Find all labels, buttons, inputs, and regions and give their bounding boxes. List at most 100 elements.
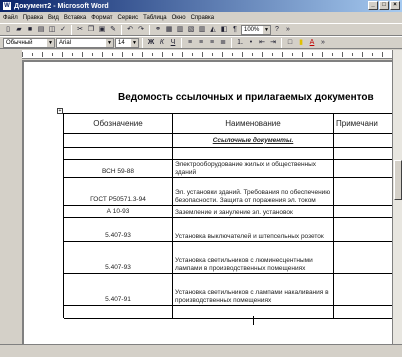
ruler-tick (222, 52, 223, 57)
ruler-tick (22, 52, 23, 57)
header-designation: Обозначение (64, 114, 173, 134)
save-icon[interactable]: ■ (25, 25, 35, 35)
print-icon[interactable]: ▤ (36, 25, 46, 35)
ruler-tick (132, 53, 133, 56)
row-code: 5.407-91 (64, 274, 173, 306)
word-app-icon: W (3, 2, 11, 10)
section-heading: Ссылочные документы. (173, 134, 334, 148)
scrollbar-thumb[interactable] (394, 160, 402, 200)
paste-icon[interactable]: ▣ (97, 25, 107, 35)
menu-insert[interactable]: Вставка (64, 15, 86, 21)
horizontal-scrollbar[interactable] (0, 344, 402, 357)
redo-icon[interactable]: ↷ (136, 25, 146, 35)
format-painter-icon[interactable]: ✎ (108, 25, 118, 35)
border-icon[interactable]: □ (285, 38, 295, 48)
table-cell[interactable] (334, 306, 394, 319)
align-center-icon[interactable]: ≡ (196, 38, 206, 48)
table-cell[interactable] (334, 242, 394, 274)
highlight-icon[interactable]: ▮ (296, 38, 306, 48)
align-left-icon[interactable]: ≡ (185, 38, 195, 48)
tables-borders-icon[interactable]: ▦ (164, 25, 174, 35)
justify-icon[interactable]: ≣ (218, 38, 228, 48)
table-cell[interactable] (334, 160, 394, 178)
header-name: Наименование (173, 114, 334, 134)
row-name: Эл. установки зданий. Требования по обес… (173, 178, 334, 206)
table-cell[interactable] (334, 274, 394, 306)
help-icon[interactable]: ? (272, 25, 282, 35)
print-preview-icon[interactable]: ◫ (47, 25, 57, 35)
ruler-tick (102, 52, 103, 57)
toolbar-more-icon[interactable]: » (318, 38, 328, 48)
insert-table-icon[interactable]: ▥ (175, 25, 185, 35)
ruler-tick (142, 52, 143, 57)
menu-window[interactable]: Окно (172, 15, 186, 21)
table-cell[interactable] (173, 148, 334, 160)
row-name: Заземление и зануление эл. установок (173, 206, 334, 218)
table-cell[interactable] (64, 148, 173, 160)
table-cell[interactable] (64, 306, 173, 319)
bullets-icon[interactable]: • (246, 38, 256, 48)
table-cell[interactable] (334, 218, 394, 242)
table-cell[interactable] (334, 134, 394, 148)
zoom-select[interactable]: 100% ▼ (241, 24, 271, 35)
table-cell[interactable] (334, 178, 394, 206)
table-cell[interactable] (334, 206, 394, 218)
menu-bar: Файл Правка Вид Вставка Формат Сервис Та… (0, 12, 402, 23)
font-color-icon[interactable]: A (307, 38, 317, 48)
decrease-indent-icon[interactable]: ⇤ (257, 38, 267, 48)
ruler-tick (202, 52, 203, 57)
undo-icon[interactable]: ↶ (125, 25, 135, 35)
increase-indent-icon[interactable]: ⇥ (268, 38, 278, 48)
ruler-tick (342, 52, 343, 57)
copy-icon[interactable]: ❐ (86, 25, 96, 35)
window-title: Документ2 - Microsoft Word (14, 2, 109, 10)
cut-icon[interactable]: ✂ (75, 25, 85, 35)
row-name: Установка светильников с люминесцентными… (173, 242, 334, 274)
ruler-tick (242, 52, 243, 57)
ruler-tick (332, 53, 333, 56)
show-hide-icon[interactable]: ¶ (230, 25, 240, 35)
row-code: А 10-93 (64, 206, 173, 218)
underline-icon[interactable]: Ч (168, 38, 178, 48)
columns-icon[interactable]: ▥ (197, 25, 207, 35)
ruler-tick (182, 52, 183, 57)
menu-file[interactable]: Файл (3, 15, 18, 21)
minimize-button[interactable]: _ (368, 1, 378, 10)
font-select[interactable]: Arial ▼ (56, 37, 114, 48)
maximize-button[interactable]: □ (379, 1, 389, 10)
font-size-select[interactable]: 14 ▼ (115, 37, 139, 48)
numbering-icon[interactable]: ⒈ (235, 38, 245, 48)
menu-help[interactable]: Справка (191, 15, 215, 21)
open-folder-icon[interactable]: ▰ (14, 25, 24, 35)
close-button[interactable]: × (390, 1, 400, 10)
toolbar-more-icon[interactable]: » (283, 25, 293, 35)
menu-tools[interactable]: Сервис (118, 15, 139, 21)
new-document-icon[interactable]: ▯ (3, 25, 13, 35)
document-map-icon[interactable]: ◧ (219, 25, 229, 35)
ruler-tick (82, 52, 83, 57)
vertical-scrollbar[interactable] (392, 50, 402, 344)
row-code: 5.407-93 (64, 218, 173, 242)
menu-edit[interactable]: Правка (23, 15, 43, 21)
formatting-toolbar: Обычный ▼ Arial ▼ 14 ▼ Ж К Ч ≡ ≡ ≡ ≣ ⒈ • ⇤ … (0, 36, 402, 49)
table-cell[interactable] (64, 134, 173, 148)
drawing-icon[interactable]: ◭ (208, 25, 218, 35)
horizontal-ruler[interactable] (22, 50, 392, 59)
ruler-tick (292, 53, 293, 56)
insert-excel-icon[interactable]: ▧ (186, 25, 196, 35)
table-cell[interactable] (334, 148, 394, 160)
ruler-tick (232, 53, 233, 56)
style-select[interactable]: Обычный ▼ (3, 37, 55, 48)
standard-toolbar: ▯ ▰ ■ ▤ ◫ ✓ ✂ ❐ ▣ ✎ ↶ ↷ ⚭ ▦ ▥ ▧ ▥ ◭ ◧ ¶ … (0, 23, 402, 36)
row-code: 5.407-93 (64, 242, 173, 274)
menu-view[interactable]: Вид (48, 15, 59, 21)
align-right-icon[interactable]: ≡ (207, 38, 217, 48)
italic-icon[interactable]: К (157, 38, 167, 48)
hyperlink-icon[interactable]: ⚭ (153, 25, 163, 35)
menu-table[interactable]: Таблица (143, 15, 167, 21)
ruler-tick (112, 53, 113, 56)
menu-format[interactable]: Формат (91, 15, 112, 21)
spelling-icon[interactable]: ✓ (58, 25, 68, 35)
bold-icon[interactable]: Ж (146, 38, 156, 48)
toolbar-separator (71, 24, 72, 35)
